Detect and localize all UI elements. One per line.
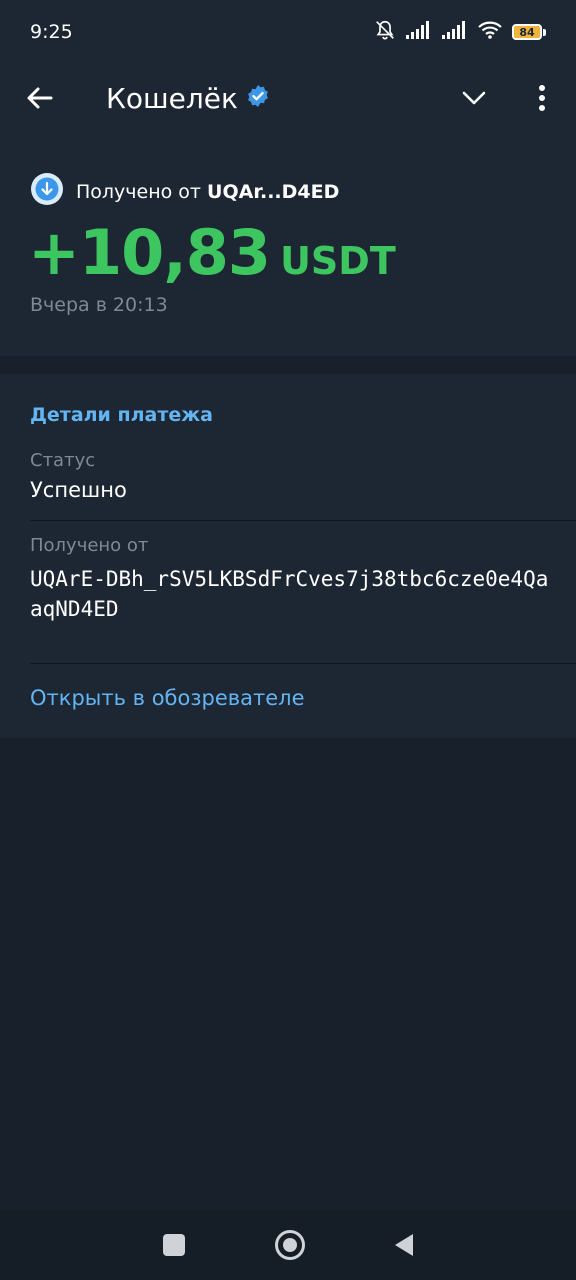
open-explorer-link[interactable]: Открыть в обозревателе — [30, 686, 305, 710]
battery-level: 84 — [512, 24, 542, 40]
bell-off-icon — [374, 19, 396, 46]
signal-icon — [442, 20, 468, 44]
expand-button[interactable] — [440, 64, 508, 132]
divider — [30, 520, 576, 521]
back-button[interactable] — [0, 64, 80, 132]
status-label: Статус — [30, 450, 96, 471]
details-title: Детали платежа — [30, 404, 213, 426]
transaction-from-address: UQAr...D4ED — [207, 180, 340, 203]
status-time: 9:25 — [30, 21, 73, 43]
payment-details: Детали платежа Статус Успешно Получено о… — [0, 374, 576, 738]
wifi-icon — [478, 21, 502, 44]
transaction-from-prefix: Получено от — [76, 180, 201, 203]
verified-badge-icon — [246, 82, 270, 115]
home-button[interactable] — [275, 1230, 305, 1260]
status-value: Успешно — [30, 478, 127, 502]
amount-currency: USDT — [280, 239, 396, 283]
transaction-date: Вчера в 20:13 — [30, 294, 168, 316]
app-bar: Кошелёк — [0, 64, 576, 132]
divider — [30, 663, 576, 664]
recents-button[interactable] — [163, 1234, 185, 1256]
arrow-left-icon — [27, 87, 53, 109]
status-icons: 84 — [374, 19, 546, 46]
transaction-from: Получено от UQAr...D4ED — [30, 172, 339, 211]
more-vertical-icon — [539, 85, 545, 111]
page-title: Кошелёк — [106, 82, 440, 115]
transaction-summary: Получено от UQAr...D4ED +10,83 USDT Вчер… — [0, 132, 576, 356]
amount-value: +10,83 — [28, 216, 271, 289]
transaction-amount: +10,83 USDT — [28, 216, 396, 289]
system-nav-bar — [0, 1210, 576, 1280]
battery-icon: 84 — [512, 24, 546, 40]
from-address[interactable]: UQArE-DBh_rSV5LKBSdFrCves7j38tbc6cze0e4Q… — [30, 564, 550, 624]
status-bar: 9:25 84 — [0, 0, 576, 64]
nav-back-button[interactable] — [395, 1234, 413, 1256]
signal-icon — [406, 20, 432, 44]
incoming-icon — [30, 172, 64, 211]
from-label: Получено от — [30, 535, 149, 556]
page-title-text: Кошелёк — [106, 81, 238, 115]
chevron-down-icon — [462, 91, 486, 105]
more-button[interactable] — [508, 64, 576, 132]
